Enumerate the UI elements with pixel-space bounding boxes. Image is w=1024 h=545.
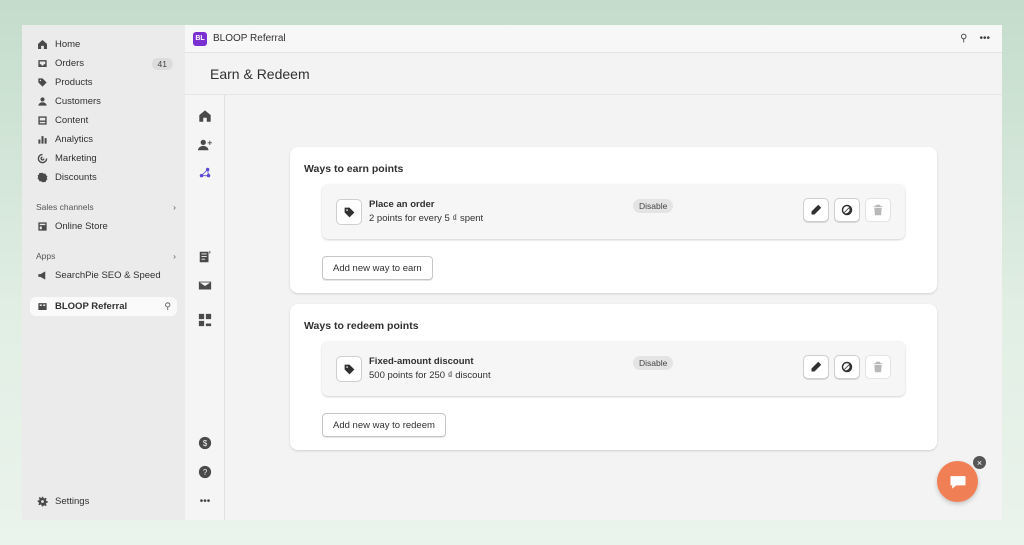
sidebar-item-label: Analytics bbox=[55, 134, 94, 145]
app-icon-rail: $ ? ••• bbox=[185, 95, 225, 520]
add-user-icon[interactable] bbox=[197, 137, 213, 153]
dashboard-icon[interactable] bbox=[197, 312, 213, 328]
sidebar-item-label: Customers bbox=[55, 96, 101, 107]
rule-description: 2 points for every 5 ₫ spent bbox=[369, 213, 484, 224]
chat-icon bbox=[950, 475, 965, 489]
block-icon bbox=[841, 361, 853, 373]
dollar-icon[interactable]: $ bbox=[197, 435, 213, 451]
pencil-icon bbox=[811, 361, 822, 372]
disable-button[interactable] bbox=[834, 355, 860, 379]
add-redeem-button[interactable]: Add new way to redeem bbox=[322, 413, 446, 437]
sidebar-item-marketing[interactable]: Marketing bbox=[30, 149, 177, 168]
edit-button[interactable] bbox=[803, 198, 829, 222]
trash-icon bbox=[873, 361, 883, 373]
more-icon[interactable]: ••• bbox=[979, 33, 990, 44]
chat-button[interactable] bbox=[937, 461, 978, 502]
earn-rule-row: Place an order 2 points for every 5 ₫ sp… bbox=[322, 184, 905, 239]
redeem-rule-row: Fixed-amount discount 500 points for 250… bbox=[322, 341, 905, 396]
home-icon[interactable] bbox=[197, 108, 213, 124]
app-name: BLOOP Referral bbox=[213, 33, 286, 44]
edit-button[interactable] bbox=[803, 355, 829, 379]
close-icon[interactable]: × bbox=[973, 456, 986, 469]
main-content: Ways to earn points Place an order 2 poi… bbox=[226, 95, 1002, 520]
pencil-icon bbox=[811, 204, 822, 215]
sidebar-item-analytics[interactable]: Analytics bbox=[30, 130, 177, 149]
app-icon bbox=[36, 301, 48, 313]
help-icon[interactable]: ? bbox=[197, 464, 213, 480]
sidebar-item-products[interactable]: Products bbox=[30, 73, 177, 92]
delete-button[interactable] bbox=[865, 355, 891, 379]
store-icon bbox=[36, 221, 48, 233]
rule-name: Fixed-amount discount bbox=[369, 356, 474, 367]
sidebar-item-searchpie[interactable]: SearchPie SEO & Speed bbox=[30, 266, 177, 285]
disable-button[interactable] bbox=[834, 198, 860, 222]
apps-heading[interactable]: Apps › bbox=[36, 251, 176, 261]
rule-name: Place an order bbox=[369, 199, 435, 210]
sidebar-item-label: SearchPie SEO & Speed bbox=[55, 270, 161, 281]
tag-icon bbox=[336, 356, 362, 382]
trash-icon bbox=[873, 204, 883, 216]
person-icon bbox=[36, 96, 48, 108]
svg-text:$: $ bbox=[203, 439, 208, 448]
admin-sidebar: Home Orders 41 Products Customers Conten… bbox=[22, 25, 185, 520]
sidebar-item-label: Online Store bbox=[55, 221, 108, 232]
sidebar-item-label: Products bbox=[55, 77, 93, 88]
sidebar-item-label: BLOOP Referral bbox=[55, 301, 128, 312]
rule-description: 500 points for 250 ₫ discount bbox=[369, 370, 491, 381]
pin-icon[interactable]: ⚲ bbox=[164, 301, 171, 312]
sidebar-item-label: Marketing bbox=[55, 153, 97, 164]
sidebar-item-label: Settings bbox=[55, 496, 90, 507]
tag-icon bbox=[336, 199, 362, 225]
sidebar-item-orders[interactable]: Orders 41 bbox=[30, 54, 177, 73]
orders-icon bbox=[36, 58, 48, 70]
card-title: Ways to earn points bbox=[304, 163, 404, 175]
report-icon[interactable] bbox=[197, 249, 213, 265]
block-icon bbox=[841, 204, 853, 216]
mail-icon[interactable] bbox=[197, 278, 213, 294]
sidebar-item-settings[interactable]: Settings bbox=[30, 492, 177, 511]
svg-text:?: ? bbox=[203, 468, 208, 477]
sidebar-item-label: Home bbox=[55, 39, 81, 50]
sidebar-item-home[interactable]: Home bbox=[30, 35, 177, 54]
app-logo: BL bbox=[193, 31, 207, 46]
page-title: Earn & Redeem bbox=[210, 66, 310, 82]
sidebar-item-customers[interactable]: Customers bbox=[30, 92, 177, 111]
pin-icon[interactable]: ⚲ bbox=[960, 33, 967, 44]
sales-channels-heading[interactable]: Sales channels › bbox=[36, 202, 176, 212]
sidebar-item-bloop-referral[interactable]: BLOOP Referral ⚲ bbox=[30, 297, 177, 316]
sidebar-item-label: Content bbox=[55, 115, 89, 126]
admin-window: Home Orders 41 Products Customers Conten… bbox=[22, 25, 1002, 520]
sidebar-item-online-store[interactable]: Online Store bbox=[30, 217, 177, 236]
more-icon[interactable]: ••• bbox=[197, 493, 213, 509]
home-icon bbox=[36, 39, 48, 51]
delete-button[interactable] bbox=[865, 198, 891, 222]
sidebar-item-label: Orders bbox=[55, 58, 85, 69]
earn-points-card: Ways to earn points Place an order 2 poi… bbox=[290, 147, 937, 293]
target-icon bbox=[36, 153, 48, 165]
card-title: Ways to redeem points bbox=[304, 320, 419, 332]
page-header: Earn & Redeem bbox=[185, 53, 1002, 95]
tag-icon bbox=[36, 77, 48, 89]
referral-icon[interactable] bbox=[197, 165, 213, 181]
status-badge: Disable bbox=[633, 199, 674, 213]
megaphone-icon bbox=[36, 270, 48, 282]
discount-icon bbox=[36, 172, 48, 184]
chevron-right-icon: › bbox=[173, 251, 176, 261]
orders-count-badge: 41 bbox=[151, 57, 173, 70]
sidebar-item-label: Discounts bbox=[55, 172, 97, 183]
sidebar-item-content[interactable]: Content bbox=[30, 111, 177, 130]
add-earn-button[interactable]: Add new way to earn bbox=[322, 256, 433, 280]
content-icon bbox=[36, 115, 48, 127]
sidebar-item-discounts[interactable]: Discounts bbox=[30, 168, 177, 187]
chart-icon bbox=[36, 134, 48, 146]
gear-icon bbox=[36, 496, 48, 508]
status-badge: Disable bbox=[633, 356, 674, 370]
chevron-right-icon: › bbox=[173, 202, 176, 212]
redeem-points-card: Ways to redeem points Fixed-amount disco… bbox=[290, 304, 937, 450]
app-topbar: BL BLOOP Referral ⚲ ••• bbox=[185, 25, 1002, 53]
